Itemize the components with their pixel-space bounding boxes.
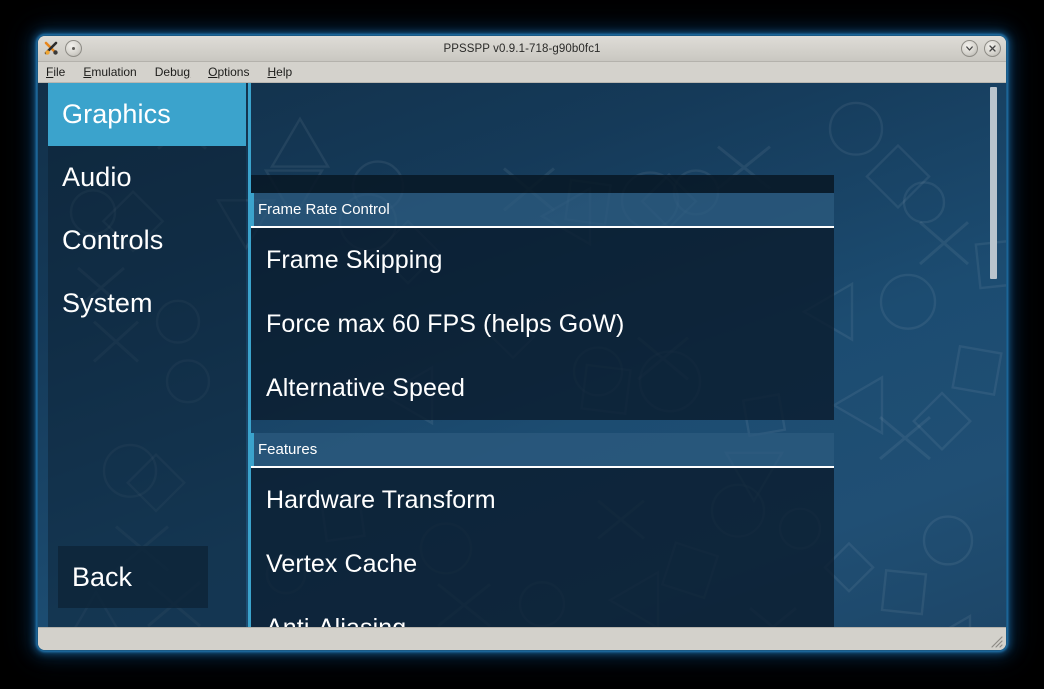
window-titlebar[interactable]: PPSSPP v0.9.1-718-g90b0fc1: [38, 36, 1006, 62]
settings-sidebar: Graphics Audio Controls System Back: [48, 83, 246, 627]
back-button-label: Back: [72, 561, 133, 592]
section-title: Features: [258, 441, 318, 458]
minimize-button[interactable]: [961, 40, 978, 57]
section-accent-bar: [251, 193, 254, 226]
sidebar-item-controls[interactable]: Controls: [48, 209, 246, 272]
section-accent-bar: [251, 433, 254, 466]
section-items-features: Hardware Transform Vertex Cache Anti-Ali…: [251, 468, 834, 627]
section-header-frame-rate-control: Frame Rate Control: [251, 193, 834, 228]
sidebar-item-audio[interactable]: Audio: [48, 146, 246, 209]
sidebar-divider: [248, 83, 251, 627]
settings-partial-item-band: [251, 175, 834, 193]
setting-item-label: Vertex Cache: [266, 549, 418, 578]
setting-item-label: Hardware Transform: [266, 485, 496, 514]
settings-list: Frame Rate Control Frame Skipping Force …: [251, 83, 834, 627]
ppsspp-app-icon: [43, 40, 60, 57]
titlebar-window-controls: [961, 40, 1001, 57]
setting-item-force-max-60-fps[interactable]: Force max 60 FPS (helps GoW): [251, 292, 834, 356]
setting-item-alternative-speed[interactable]: Alternative Speed: [251, 356, 834, 420]
sidebar-item-label: Controls: [62, 225, 164, 255]
setting-item-vertex-cache[interactable]: Vertex Cache: [251, 532, 834, 596]
settings-top-gap: [251, 83, 834, 175]
section-header-features: Features: [251, 433, 834, 468]
menu-item-help[interactable]: Help: [267, 66, 292, 78]
menu-item-emulation[interactable]: Emulation: [83, 66, 136, 78]
sidebar-item-label: System: [62, 288, 153, 318]
menu-item-options[interactable]: Options: [208, 66, 249, 78]
setting-item-hardware-transform[interactable]: Hardware Transform: [251, 468, 834, 532]
window-title: PPSSPP v0.9.1-718-g90b0fc1: [443, 42, 601, 55]
sidebar-item-system[interactable]: System: [48, 272, 246, 335]
setting-item-label: Anti-Aliasing: [266, 614, 406, 628]
section-title: Frame Rate Control: [258, 201, 390, 218]
ppsspp-render-canvas: Graphics Audio Controls System Back Fram…: [38, 83, 1006, 627]
menu-item-debug[interactable]: Debug: [155, 66, 190, 78]
desktop-background: PPSSPP v0.9.1-718-g90b0fc1 File Emulatio…: [0, 0, 1044, 689]
sidebar-item-graphics[interactable]: Graphics: [48, 83, 246, 146]
close-button[interactable]: [984, 40, 1001, 57]
setting-item-frame-skipping[interactable]: Frame Skipping: [251, 228, 834, 292]
setting-item-label: Force max 60 FPS (helps GoW): [266, 309, 625, 338]
setting-item-anti-aliasing[interactable]: Anti-Aliasing: [251, 596, 834, 628]
back-button[interactable]: Back: [58, 546, 208, 608]
setting-item-label: Frame Skipping: [266, 245, 443, 274]
titlebar-left-controls: [43, 40, 82, 57]
menu-item-file[interactable]: File: [46, 66, 65, 78]
status-bar: [38, 627, 1006, 650]
vertical-scrollbar-track[interactable]: [990, 83, 997, 627]
vertical-scrollbar-thumb[interactable]: [990, 87, 997, 279]
ppsspp-window: PPSSPP v0.9.1-718-g90b0fc1 File Emulatio…: [38, 36, 1006, 650]
resize-grip-icon[interactable]: [989, 634, 1003, 648]
setting-item-label: Alternative Speed: [266, 373, 466, 402]
section-items-frame-rate-control: Frame Skipping Force max 60 FPS (helps G…: [251, 228, 834, 420]
sidebar-item-label: Audio: [62, 162, 132, 192]
window-menu-icon[interactable]: [65, 40, 82, 57]
menu-bar: File Emulation Debug Options Help: [38, 62, 1006, 83]
sidebar-item-label: Graphics: [62, 99, 171, 129]
